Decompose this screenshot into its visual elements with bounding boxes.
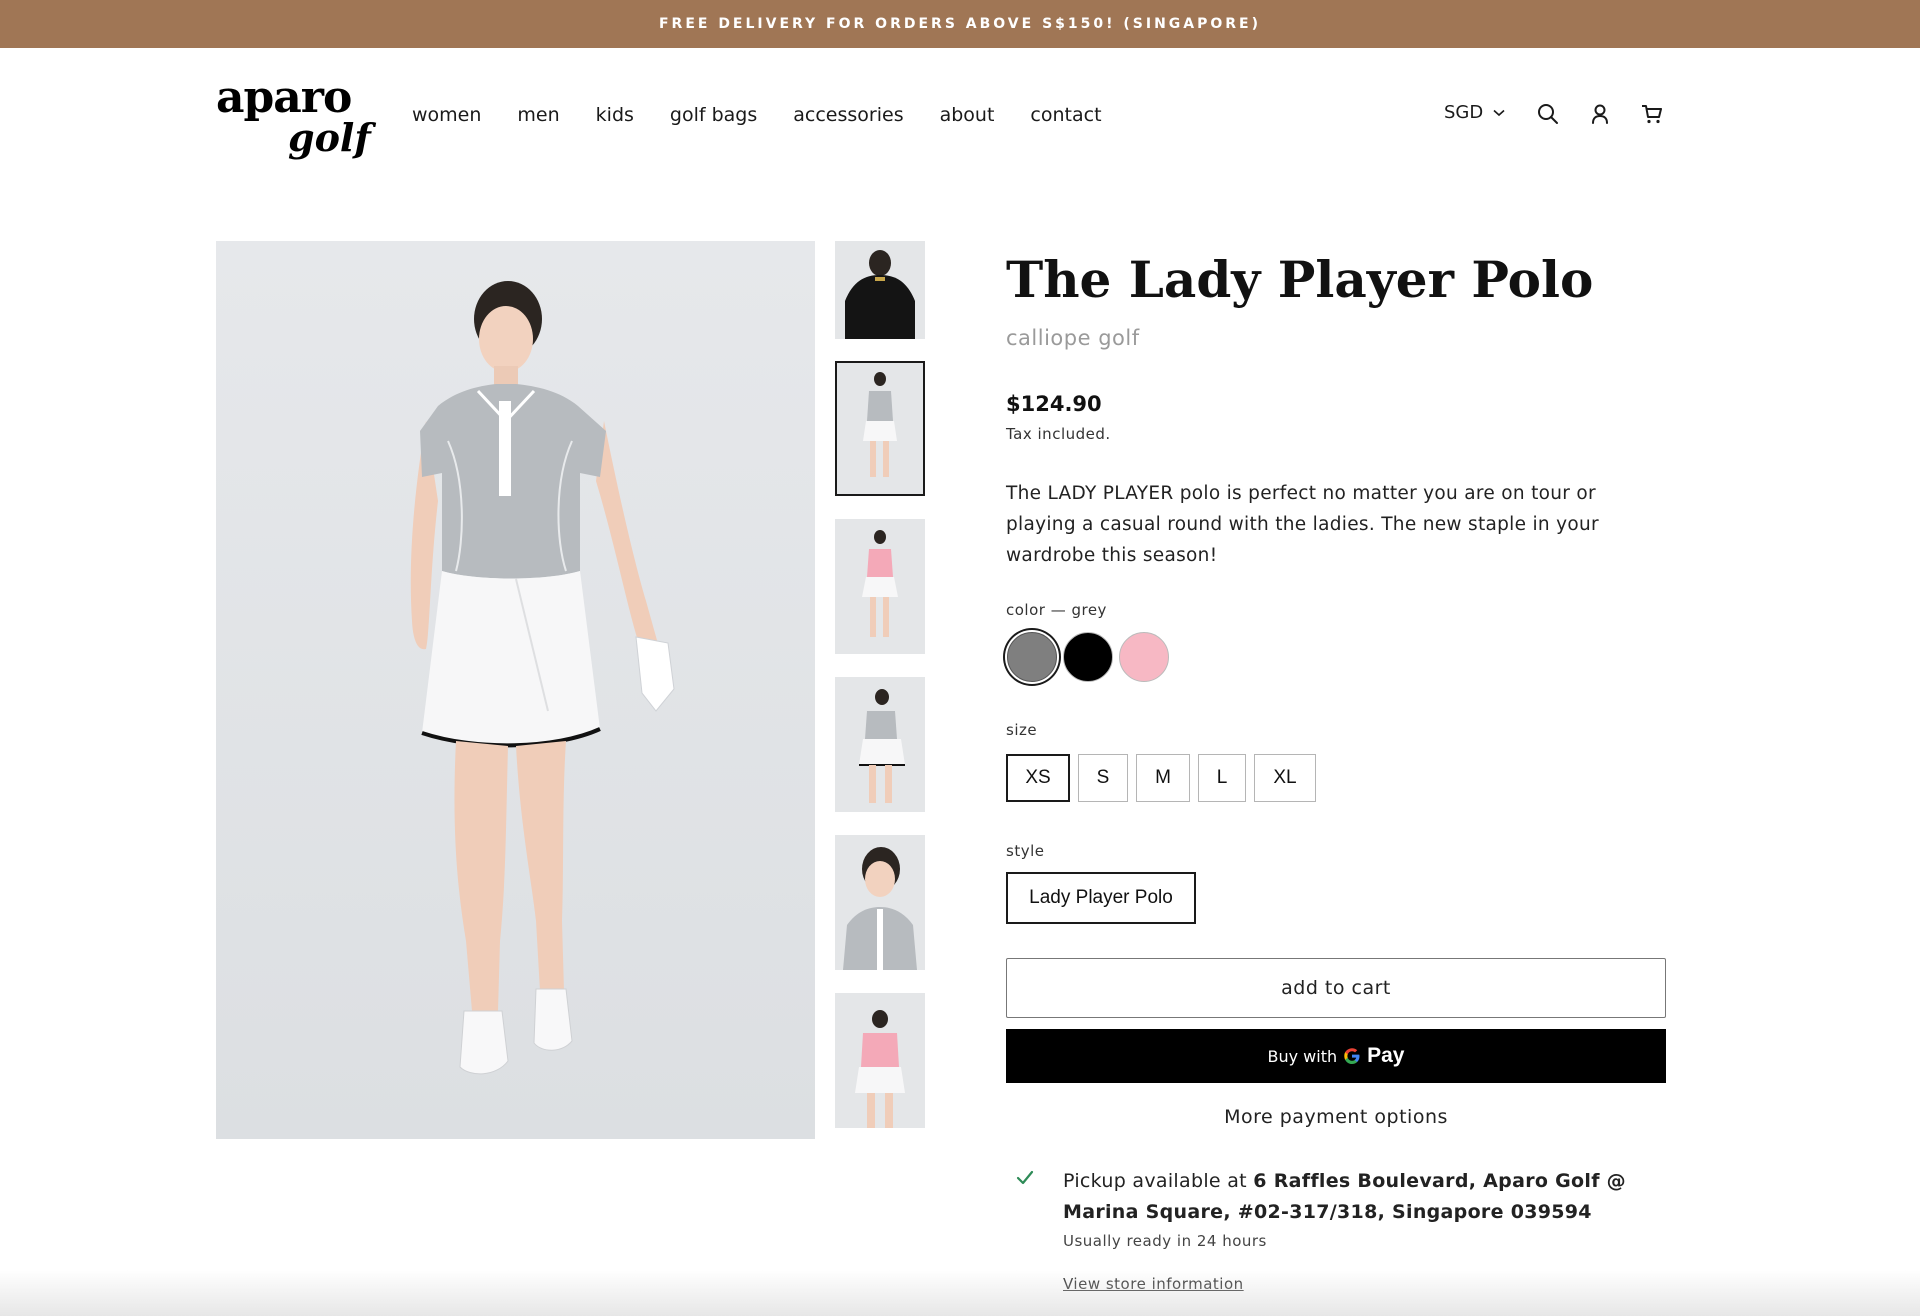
- size-option-m[interactable]: M: [1136, 754, 1190, 802]
- thumbnail-image: [837, 363, 923, 494]
- pickup-ready-time: Usually ready in 24 hours: [1063, 1232, 1267, 1250]
- style-option-lady-player-polo[interactable]: Lady Player Polo: [1006, 872, 1196, 924]
- nav-accessories[interactable]: accessories: [793, 100, 903, 130]
- size-label: size: [1006, 721, 1038, 739]
- checkmark-icon: [1016, 1170, 1034, 1185]
- model-grey-polo-image: [216, 241, 815, 1139]
- nav-contact[interactable]: contact: [1030, 100, 1101, 130]
- style-label: style: [1006, 842, 1045, 860]
- thumbnail-1[interactable]: [835, 241, 925, 339]
- currency-label: SGD: [1444, 102, 1484, 123]
- site-header: aparo golf women men kids golf bags acce…: [0, 48, 1920, 178]
- thumbnail-image: [835, 519, 925, 654]
- thumbnail-5[interactable]: [835, 835, 925, 970]
- thumbnail-4[interactable]: [835, 677, 925, 812]
- thumbnail-2[interactable]: [835, 361, 925, 496]
- product-vendor: calliope golf: [1006, 326, 1140, 350]
- color-label: color — grey: [1006, 601, 1107, 619]
- nav-women[interactable]: women: [412, 100, 481, 130]
- nav-kids[interactable]: kids: [596, 100, 634, 130]
- search-button[interactable]: [1532, 98, 1564, 130]
- add-to-cart-button[interactable]: add to cart: [1006, 958, 1666, 1018]
- color-swatch-black[interactable]: [1063, 632, 1113, 682]
- cart-icon: [1642, 105, 1662, 124]
- nav-about[interactable]: about: [940, 100, 995, 130]
- gpay-prefix: Buy with: [1267, 1046, 1338, 1066]
- bottom-shadow: [0, 1270, 1920, 1316]
- account-button[interactable]: [1584, 98, 1616, 130]
- gpay-brand: Pay: [1367, 1044, 1405, 1067]
- product-price: $124.90: [1006, 392, 1102, 416]
- announcement-text: FREE DELIVERY FOR ORDERS ABOVE S$150! (S…: [658, 16, 1262, 32]
- brand-logo[interactable]: aparo golf: [216, 70, 376, 162]
- tax-note: Tax included.: [1006, 425, 1111, 443]
- thumbnail-3[interactable]: [835, 519, 925, 654]
- pickup-prefix: Pickup available at: [1063, 1170, 1254, 1192]
- color-swatch-pink[interactable]: [1119, 632, 1169, 682]
- chevron-down-icon: [1493, 109, 1505, 117]
- google-g-icon: [1344, 1048, 1360, 1064]
- search-icon: [1538, 104, 1558, 124]
- nav-golf-bags[interactable]: golf bags: [670, 100, 757, 130]
- account-icon: [1592, 104, 1608, 124]
- product-main-image[interactable]: [216, 241, 815, 1139]
- more-payment-options-link[interactable]: More payment options: [1006, 1106, 1666, 1128]
- logo-line-2: golf: [288, 115, 371, 160]
- announcement-bar: FREE DELIVERY FOR ORDERS ABOVE S$150! (S…: [0, 0, 1920, 48]
- pickup-availability: Pickup available at 6 Raffles Boulevard,…: [1063, 1166, 1663, 1228]
- thumbnail-image: [835, 677, 925, 812]
- nav-men[interactable]: men: [517, 100, 559, 130]
- product-description: The LADY PLAYER polo is perfect no matte…: [1006, 483, 1599, 566]
- color-swatch-grey[interactable]: [1007, 632, 1057, 682]
- thumbnail-image: [835, 835, 925, 970]
- size-option-l[interactable]: L: [1198, 754, 1246, 802]
- cart-button[interactable]: [1636, 98, 1668, 130]
- size-option-s[interactable]: S: [1078, 754, 1128, 802]
- currency-selector[interactable]: SGD: [1444, 98, 1505, 128]
- size-option-xl[interactable]: XL: [1254, 754, 1316, 802]
- gpay-button[interactable]: Buy with Pay: [1006, 1029, 1666, 1083]
- thumbnail-6[interactable]: [835, 993, 925, 1128]
- view-store-information-link[interactable]: View store information: [1063, 1275, 1244, 1293]
- thumbnail-image: [835, 993, 925, 1128]
- product-title: The Lady Player Polo: [1006, 250, 1594, 309]
- size-option-xs[interactable]: XS: [1006, 754, 1070, 802]
- main-nav: women men kids golf bags accessories abo…: [412, 100, 1138, 130]
- thumbnail-image: [835, 241, 925, 339]
